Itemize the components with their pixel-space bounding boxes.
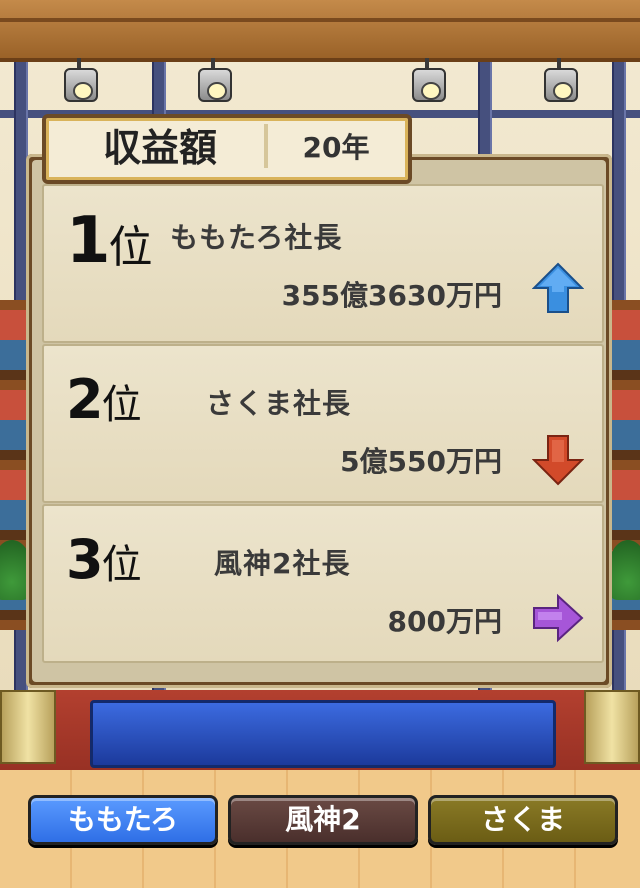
- rank-label: 2位: [66, 368, 142, 431]
- player-name: ももたろ社長: [170, 221, 343, 254]
- plant: [608, 540, 640, 600]
- arrow-right-icon: [533, 593, 584, 643]
- rank-suffix: 位: [101, 382, 142, 428]
- earnings-amount: 5億550万円: [340, 445, 502, 478]
- year-label: 20年: [302, 131, 370, 164]
- rank-number: 3: [66, 528, 104, 591]
- stage-column: [584, 690, 640, 764]
- ranking-panel: 1位 ももたろ社長 355億3630万円 2位 さくま社長 5億550万円 3位…: [26, 154, 612, 688]
- ceiling-beam: [0, 0, 640, 62]
- spotlight-icon: [198, 58, 232, 102]
- player-tab-fujin2[interactable]: 風神2: [228, 795, 418, 845]
- rank-number: 1: [66, 204, 111, 278]
- spotlight-icon: [64, 58, 98, 102]
- ranking-panel-inner: 1位 ももたろ社長 355億3630万円 2位 さくま社長 5億550万円 3位…: [32, 160, 606, 682]
- title-plate: 収益額 20年: [42, 114, 412, 184]
- player-name: 風神2社長: [214, 547, 351, 580]
- rank-label: 1位: [66, 204, 153, 278]
- earnings-amount: 355億3630万円: [281, 279, 502, 312]
- stage-carpet: [90, 700, 556, 768]
- spotlight-icon: [544, 58, 578, 102]
- spotlight-icon: [412, 58, 446, 102]
- player-tab-momotaro[interactable]: ももたろ: [28, 795, 218, 845]
- player-tab-sakuma[interactable]: さくま: [428, 795, 618, 845]
- ranking-row-3: 3位 風神2社長 800万円: [42, 504, 604, 663]
- stage-column: [0, 690, 56, 764]
- ranking-row-1: 1位 ももたろ社長 355億3630万円: [42, 184, 604, 343]
- arrow-up-icon: [532, 262, 584, 313]
- arrow-down-icon: [532, 435, 584, 486]
- title-divider: [264, 124, 268, 168]
- page-title: 収益額: [102, 126, 217, 170]
- player-name: さくま社長: [206, 387, 352, 420]
- rank-suffix: 位: [101, 542, 142, 588]
- ranking-row-2: 2位 さくま社長 5億550万円: [42, 344, 604, 503]
- rank-suffix: 位: [108, 222, 153, 273]
- rank-number: 2: [66, 368, 104, 431]
- rank-label: 3位: [66, 528, 142, 591]
- earnings-amount: 800万円: [387, 605, 502, 638]
